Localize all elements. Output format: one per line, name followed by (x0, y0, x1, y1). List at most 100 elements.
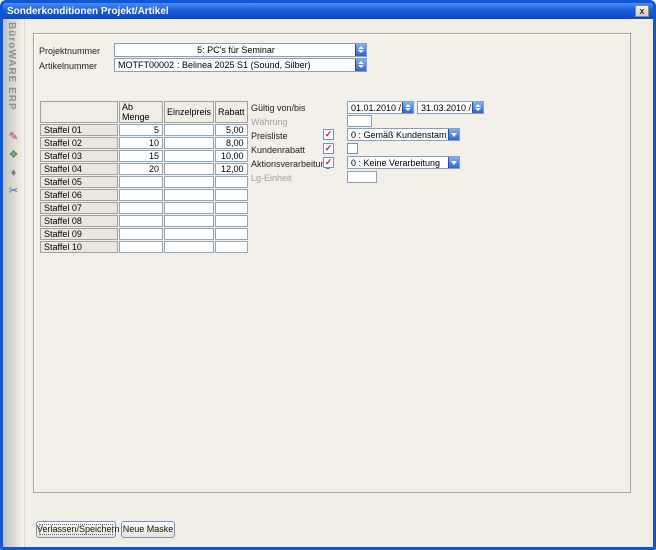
col-empty (40, 101, 118, 123)
staffel-table: Ab Menge Einzelpreis Rabatt Staffel 01 5… (39, 100, 249, 254)
menge-cell[interactable] (119, 202, 163, 214)
aktionsverarbeitung-label: Aktionsverarbeitung (251, 159, 331, 169)
preisliste-label: Preisliste (251, 131, 288, 141)
gueltig-bis-field[interactable]: 31.03.2010 /Mi (417, 101, 484, 114)
menge-cell[interactable]: 15 (119, 150, 163, 162)
row-label: Staffel 05 (40, 176, 118, 188)
keys-icon[interactable]: ♦ (6, 166, 21, 180)
waehrung-input[interactable] (347, 115, 372, 127)
rabatt-cell[interactable] (215, 241, 248, 253)
sidebar-icons: ✎ ❖ ♦ ✂ (6, 130, 21, 198)
preis-cell[interactable] (164, 189, 214, 201)
table-row: Staffel 09 (40, 228, 248, 240)
scissors-icon[interactable]: ✂ (6, 184, 21, 198)
table-row: Staffel 06 (40, 189, 248, 201)
gueltig-bis-value: 31.03.2010 /Mi (418, 102, 471, 114)
aktionsverarbeitung-select[interactable]: 0 : Keine Verarbeitung (347, 156, 460, 169)
artikelnummer-desc: : Belinea 2025 S1 (Sound, Silber) (177, 59, 311, 71)
rabatt-cell[interactable] (215, 215, 248, 227)
row-label: Staffel 07 (40, 202, 118, 214)
menge-cell[interactable] (119, 189, 163, 201)
table-row: Staffel 07 (40, 202, 248, 214)
table-row: Staffel 04 20 12,00 (40, 163, 248, 175)
spinner-icon[interactable] (402, 102, 413, 113)
preis-cell[interactable] (164, 241, 214, 253)
row-label: Staffel 08 (40, 215, 118, 227)
row-label: Staffel 01 (40, 124, 118, 136)
header-row: Ab Menge Einzelpreis Rabatt (40, 101, 248, 123)
neue-maske-button[interactable]: Neue Maske (121, 521, 175, 538)
rabatt-cell[interactable]: 12,00 (215, 163, 248, 175)
row-label: Staffel 10 (40, 241, 118, 253)
artikelnummer-label: Artikelnummer (39, 61, 97, 71)
table-row: Staffel 08 (40, 215, 248, 227)
chevron-down-icon[interactable] (448, 129, 459, 140)
table-row: Staffel 02 10 8,00 (40, 137, 248, 149)
row-label: Staffel 04 (40, 163, 118, 175)
menge-cell[interactable] (119, 176, 163, 188)
titlebar[interactable]: Sonderkonditionen Projekt/Artikel x (3, 3, 653, 19)
rabatt-cell[interactable] (215, 189, 248, 201)
preis-cell[interactable] (164, 124, 214, 136)
kundenrabatt-value-checkbox[interactable] (347, 143, 358, 154)
kundenrabatt-checkbox[interactable]: ✓ (323, 143, 334, 154)
preis-cell[interactable] (164, 202, 214, 214)
row-label: Staffel 09 (40, 228, 118, 240)
app-window: Sonderkonditionen Projekt/Artikel x Büro… (0, 0, 656, 550)
row-label: Staffel 03 (40, 150, 118, 162)
projektnummer-select[interactable]: 5: PC's für Seminar (114, 43, 367, 57)
window-title: Sonderkonditionen Projekt/Artikel (7, 6, 169, 17)
menge-cell[interactable] (119, 241, 163, 253)
spinner-icon[interactable] (472, 102, 483, 113)
menge-cell[interactable]: 10 (119, 137, 163, 149)
table-row: Staffel 01 5 5,00 (40, 124, 248, 136)
spinner-icon[interactable] (355, 59, 366, 71)
spinner-icon[interactable] (355, 44, 366, 56)
row-label: Staffel 02 (40, 137, 118, 149)
menge-cell[interactable]: 5 (119, 124, 163, 136)
rabatt-cell[interactable] (215, 202, 248, 214)
preis-cell[interactable] (164, 163, 214, 175)
row-label: Staffel 06 (40, 189, 118, 201)
verlassen-speichern-button[interactable]: Verlassen/Speichern (36, 521, 116, 538)
menge-cell[interactable] (119, 215, 163, 227)
projektnummer-value: 5: PC's für Seminar (115, 44, 354, 56)
rabatt-cell[interactable] (215, 176, 248, 188)
kundenrabatt-label: Kundenrabatt (251, 145, 305, 155)
aktionsverarbeitung-checkbox[interactable]: ✓ (323, 157, 334, 168)
menge-cell[interactable] (119, 228, 163, 240)
table-row: Staffel 10 (40, 241, 248, 253)
artikelnummer-select[interactable]: MOTFT00002 : Belinea 2025 S1 (Sound, Sil… (114, 58, 367, 72)
preisliste-checkbox[interactable]: ✓ (323, 129, 334, 140)
projektnummer-label: Projektnummer (39, 46, 100, 56)
brand-text: BüroWARE ERP (6, 22, 17, 111)
gueltig-von-field[interactable]: 01.01.2010 /Fr (347, 101, 414, 114)
chevron-down-icon[interactable] (448, 157, 459, 168)
rabatt-cell[interactable]: 10,00 (215, 150, 248, 162)
table-row: Staffel 03 15 10,00 (40, 150, 248, 162)
col-einzelpreis: Einzelpreis (164, 101, 214, 123)
rabatt-cell[interactable] (215, 228, 248, 240)
preis-cell[interactable] (164, 228, 214, 240)
aktionsverarbeitung-value: 0 : Keine Verarbeitung (348, 157, 447, 169)
lg-einheit-label: Lg-Einheit (251, 173, 292, 183)
sidebar: BüroWARE ERP ✎ ❖ ♦ ✂ (3, 19, 25, 547)
rabatt-cell[interactable]: 5,00 (215, 124, 248, 136)
close-icon[interactable]: x (635, 5, 649, 17)
preis-cell[interactable] (164, 150, 214, 162)
preisliste-select[interactable]: 0 : Gemäß Kundenstamm (347, 128, 460, 141)
notes-icon[interactable]: ✎ (6, 130, 21, 144)
lg-einheit-input[interactable] (347, 171, 377, 183)
col-rabatt: Rabatt (215, 101, 248, 123)
gueltig-von-value: 01.01.2010 /Fr (348, 102, 401, 114)
menge-cell[interactable]: 20 (119, 163, 163, 175)
table-row: Staffel 05 (40, 176, 248, 188)
col-ab-menge: Ab Menge (119, 101, 163, 123)
preis-cell[interactable] (164, 215, 214, 227)
preis-cell[interactable] (164, 176, 214, 188)
gueltig-label: Gültig von/bis (251, 103, 306, 113)
rabatt-cell[interactable]: 8,00 (215, 137, 248, 149)
preis-cell[interactable] (164, 137, 214, 149)
waehrung-label: Währung (251, 117, 288, 127)
chart-icon[interactable]: ❖ (6, 148, 21, 162)
